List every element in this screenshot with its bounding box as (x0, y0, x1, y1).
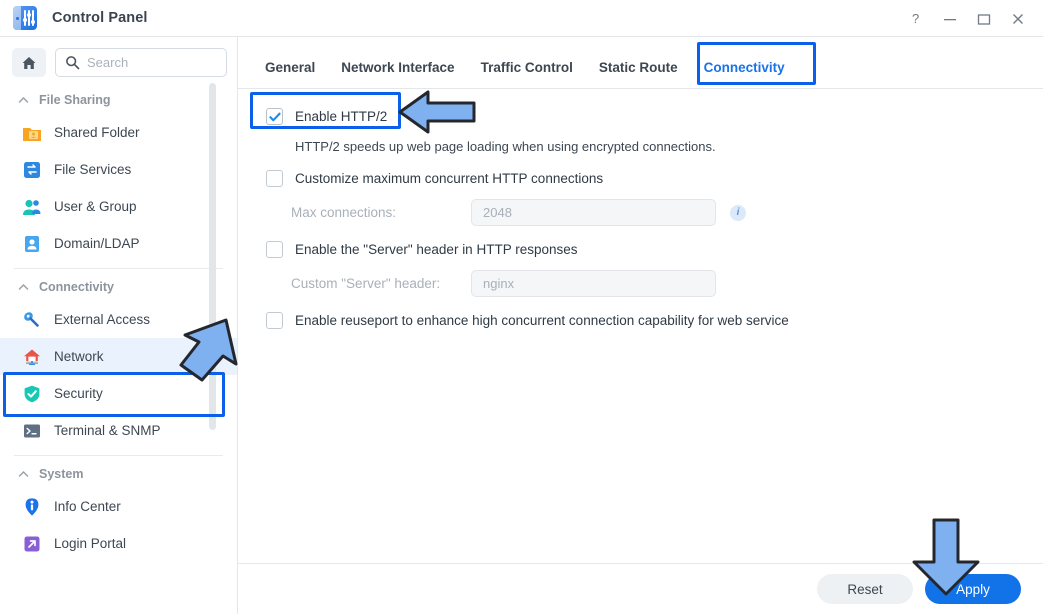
sidebar-nav: File Sharing Shared Folder File Services… (0, 86, 237, 562)
sidebar-group-system[interactable]: System (0, 460, 237, 488)
checkbox-server-header[interactable] (266, 241, 283, 258)
tab-connectivity[interactable]: Connectivity (691, 60, 798, 88)
label-customize-max-connections: Customize maximum concurrent HTTP connec… (295, 171, 604, 186)
placeholder-custom-server-header: nginx (483, 276, 515, 291)
sidebar-item-external-access[interactable]: External Access (0, 301, 237, 338)
row-max-connections: Max connections: 2048 i (238, 199, 1043, 226)
login-portal-icon (21, 533, 43, 555)
sidebar-item-label: File Services (54, 162, 132, 177)
tab-network-interface[interactable]: Network Interface (328, 60, 467, 88)
sidebar-item-label: Shared Folder (54, 125, 140, 140)
search-input[interactable]: Search (55, 48, 227, 77)
sidebar-item-security[interactable]: Security (0, 375, 237, 412)
sidebar-item-label: Domain/LDAP (54, 236, 140, 251)
tab-general[interactable]: General (252, 60, 328, 88)
option-customize-max-connections[interactable]: Customize maximum concurrent HTTP connec… (238, 170, 1043, 187)
sidebar-item-domain-ldap[interactable]: Domain/LDAP (0, 225, 237, 262)
tab-static-route[interactable]: Static Route (586, 60, 691, 88)
sidebar-item-label: Login Portal (54, 536, 127, 551)
sidebar-item-terminal-snmp[interactable]: Terminal & SNMP (0, 412, 237, 449)
minimize-button[interactable] (933, 4, 967, 34)
svg-text:?: ? (912, 12, 919, 26)
sidebar-group-file-sharing[interactable]: File Sharing (0, 86, 237, 114)
checkbox-enable-http2[interactable] (266, 108, 283, 125)
sidebar-item-network[interactable]: Network (0, 338, 237, 375)
external-access-icon (21, 309, 43, 331)
sidebar-scrollbar[interactable] (209, 83, 216, 430)
description-http2: HTTP/2 speeds up web page loading when u… (295, 139, 716, 154)
sidebar-item-shared-folder[interactable]: Shared Folder (0, 114, 237, 151)
sidebar-item-label: Network (54, 349, 104, 364)
label-server-header: Enable the "Server" header in HTTP respo… (295, 242, 578, 257)
sidebar-item-label: Security (54, 386, 103, 401)
sidebar-group-connectivity[interactable]: Connectivity (0, 273, 237, 301)
sidebar-item-info-center[interactable]: Info Center (0, 488, 237, 525)
sidebar-item-file-services[interactable]: File Services (0, 151, 237, 188)
sidebar-group-label: Connectivity (39, 280, 115, 294)
sidebar: Search File Sharing Shared Folder File S… (0, 37, 238, 614)
sidebar-divider (14, 455, 223, 456)
option-server-header[interactable]: Enable the "Server" header in HTTP respo… (238, 241, 1043, 258)
info-icon[interactable]: i (730, 204, 746, 221)
label-enable-http2: Enable HTTP/2 (295, 109, 388, 124)
sidebar-item-user-group[interactable]: User & Group (0, 188, 237, 225)
control-panel-window: Control Panel ? Search File Sharing Shar… (0, 0, 1043, 614)
input-custom-server-header[interactable]: nginx (471, 270, 716, 297)
chevron-up-icon (18, 470, 29, 477)
terminal-icon (21, 420, 43, 442)
domain-ldap-icon (21, 233, 43, 255)
close-button[interactable] (1001, 4, 1035, 34)
label-max-connections: Max connections: (291, 205, 397, 220)
sidebar-group-label: File Sharing (39, 93, 111, 107)
sidebar-item-label: Info Center (54, 499, 121, 514)
connectivity-panel: Enable HTTP/2 HTTP/2 speeds up web page … (238, 108, 1043, 329)
chevron-up-icon (18, 283, 29, 290)
tab-traffic-control[interactable]: Traffic Control (468, 60, 586, 88)
home-icon (22, 56, 36, 69)
home-button[interactable] (12, 48, 46, 77)
search-placeholder: Search (87, 55, 129, 70)
search-icon (66, 56, 80, 70)
sidebar-divider (14, 268, 223, 269)
shared-folder-icon (21, 122, 43, 144)
content-area: General Network Interface Traffic Contro… (238, 37, 1043, 614)
apply-button[interactable]: Apply (925, 574, 1021, 604)
title-bar: Control Panel ? (0, 0, 1043, 37)
label-reuseport: Enable reuseport to enhance high concurr… (295, 313, 789, 328)
sidebar-item-login-portal[interactable]: Login Portal (0, 525, 237, 562)
reset-button[interactable]: Reset (817, 574, 913, 604)
window-controls: ? (899, 0, 1035, 37)
security-shield-icon (21, 383, 43, 405)
sidebar-group-label: System (39, 467, 84, 481)
help-button[interactable]: ? (899, 4, 933, 34)
maximize-button[interactable] (967, 4, 1001, 34)
sidebar-item-label: External Access (54, 312, 151, 327)
checkbox-reuseport[interactable] (266, 312, 283, 329)
footer-actions: Reset Apply (238, 563, 1043, 614)
sidebar-search-row: Search (0, 37, 237, 86)
network-icon (21, 346, 43, 368)
info-center-icon (21, 496, 43, 518)
checkbox-customize-max-connections[interactable] (266, 170, 283, 187)
window-title: Control Panel (52, 10, 148, 26)
option-enable-http2[interactable]: Enable HTTP/2 (238, 108, 1043, 125)
chevron-up-icon (18, 96, 29, 103)
row-custom-server-header: Custom "Server" header: nginx (238, 270, 1043, 297)
file-services-icon (21, 159, 43, 181)
sidebar-item-label: User & Group (54, 199, 137, 214)
tab-bar: General Network Interface Traffic Contro… (238, 37, 1043, 89)
sidebar-item-label: Terminal & SNMP (54, 423, 161, 438)
option-reuseport[interactable]: Enable reuseport to enhance high concurr… (238, 312, 1043, 329)
check-icon (268, 112, 281, 121)
placeholder-max-connections: 2048 (483, 205, 512, 220)
control-panel-icon (13, 6, 37, 30)
input-max-connections[interactable]: 2048 (471, 199, 716, 226)
label-custom-server-header: Custom "Server" header: (291, 276, 441, 291)
user-group-icon (21, 196, 43, 218)
